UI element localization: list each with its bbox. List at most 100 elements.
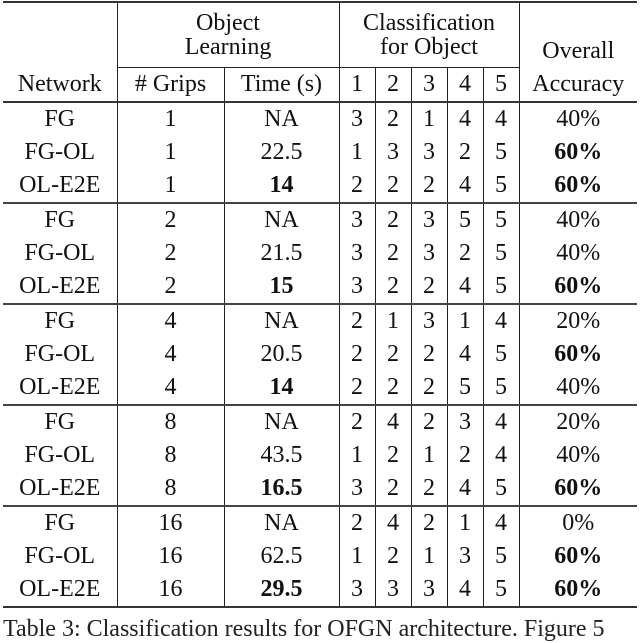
header-classification-line2: for Object [380, 33, 478, 60]
table-row: FG-OL 8 43.5 1 2 1 2 4 40% [3, 438, 637, 472]
cell-time: 21.5 [224, 236, 340, 270]
cell-class-3: 3 [411, 135, 448, 169]
cell-class-4: 4 [447, 269, 484, 304]
header-network: Network [3, 67, 118, 103]
cell-network: FG [3, 201, 118, 237]
header-object-learning: Object Learning [117, 1, 340, 67]
cell-network: FG [3, 302, 118, 338]
cell-class-2: 2 [375, 269, 412, 304]
cell-grips: 16 [117, 504, 225, 540]
header-overall-line2: Accuracy [519, 67, 638, 103]
cell-class-5: 4 [483, 403, 520, 439]
cell-class-1: 2 [339, 504, 376, 540]
cell-accuracy: 20% [519, 403, 638, 439]
table-row: OL-E2E 16 29.5 3 3 3 4 5 60% [3, 572, 638, 608]
results-table: Object Learning Classification for Objec… [3, 1, 638, 608]
cell-accuracy: 40% [519, 201, 638, 237]
cell-class-5: 5 [483, 168, 520, 203]
cell-class-5: 4 [483, 504, 520, 540]
cell-class-5: 5 [483, 135, 520, 169]
cell-class-3: 3 [411, 302, 448, 338]
cell-class-5: 4 [483, 302, 520, 338]
cell-class-3: 2 [411, 370, 448, 405]
cell-class-4: 4 [447, 168, 484, 203]
cell-class-4: 4 [447, 337, 484, 371]
cell-class-2: 3 [375, 572, 412, 608]
cell-class-4: 2 [447, 236, 484, 270]
cell-class-3: 3 [411, 201, 448, 237]
cell-network: FG-OL [3, 236, 118, 270]
header-class-3: 3 [411, 66, 448, 103]
cell-grips: 4 [117, 302, 225, 338]
cell-class-2: 4 [375, 504, 412, 540]
cell-accuracy: 60% [554, 172, 603, 198]
cell-class-5: 5 [483, 572, 520, 608]
header-object-learning-line1: Object [196, 9, 260, 36]
cell-network: OL-E2E [3, 168, 118, 203]
cell-class-2: 2 [375, 236, 412, 270]
cell-class-3: 3 [411, 236, 448, 270]
cell-class-4: 2 [447, 438, 484, 472]
cell-time: 15 [224, 269, 340, 304]
cell-class-2: 2 [375, 471, 412, 506]
cell-class-4: 4 [447, 471, 484, 506]
cell-class-4: 5 [447, 201, 484, 237]
cell-class-4: 3 [447, 539, 484, 573]
cell-network: FG-OL [3, 135, 118, 169]
cell-class-5: 4 [483, 438, 520, 472]
cell-grips: 2 [117, 201, 225, 237]
table-row: FG-OL 2 21.5 3 2 3 2 5 40% [3, 236, 637, 270]
cell-class-1: 1 [339, 135, 376, 169]
cell-time: 22.5 [224, 135, 340, 169]
cell-class-3: 2 [411, 504, 448, 540]
cell-accuracy: 40% [556, 240, 601, 266]
cell-class-3: 1 [411, 101, 448, 136]
header-classification-line1: Classification [363, 9, 495, 36]
table-row: FG-OL 4 20.5 2 2 2 4 5 60% [3, 337, 637, 371]
cell-network: FG-OL [3, 438, 118, 472]
cell-time: 14 [224, 168, 340, 203]
cell-class-5: 5 [483, 269, 520, 304]
cell-network: FG [3, 403, 118, 439]
cell-class-1: 3 [339, 201, 376, 237]
cell-time: NA [224, 403, 340, 439]
cell-grips: 4 [117, 337, 225, 371]
cell-class-5: 5 [483, 337, 520, 371]
header-grips: # Grips [117, 66, 225, 103]
cell-class-1: 2 [339, 337, 376, 371]
cell-class-2: 1 [375, 302, 412, 338]
header-object-learning-line2: Learning [184, 33, 272, 60]
cell-class-3: 2 [411, 168, 448, 203]
table-row: FG 4 NA 2 1 3 1 4 20% [3, 302, 638, 338]
cell-grips: 8 [117, 438, 225, 472]
cell-class-1: 1 [339, 438, 376, 472]
cell-class-2: 2 [375, 370, 412, 405]
header-classification: Classification for Object [339, 1, 520, 67]
cell-class-1: 3 [339, 269, 376, 304]
cell-class-2: 2 [375, 168, 412, 203]
cell-class-5: 4 [483, 101, 520, 136]
cell-network: FG-OL [3, 337, 118, 371]
cell-accuracy: 40% [556, 374, 601, 400]
cell-class-2: 2 [375, 337, 412, 371]
cell-network: OL-E2E [3, 269, 118, 304]
cell-class-5: 5 [483, 370, 520, 405]
cell-time: NA [224, 201, 340, 237]
cell-class-3: 2 [411, 471, 448, 506]
cell-class-4: 2 [447, 135, 484, 169]
header-time: Time (s) [224, 66, 340, 103]
cell-grips: 8 [117, 471, 225, 506]
cell-class-4: 4 [447, 101, 484, 136]
cell-time: 20.5 [224, 337, 340, 371]
table-row: FG-OL 1 22.5 1 3 3 2 5 60% [3, 135, 637, 169]
cell-class-2: 3 [375, 135, 412, 169]
table-row: OL-E2E 2 15 3 2 2 4 5 60% [3, 269, 637, 304]
cell-network: OL-E2E [3, 572, 118, 608]
cell-class-1: 1 [339, 539, 376, 573]
cell-class-5: 5 [483, 539, 520, 573]
cell-class-4: 1 [447, 302, 484, 338]
cell-network: FG [3, 101, 118, 136]
cell-time: 16.5 [224, 471, 340, 506]
cell-class-2: 2 [375, 201, 412, 237]
cell-accuracy: 60% [519, 572, 638, 608]
